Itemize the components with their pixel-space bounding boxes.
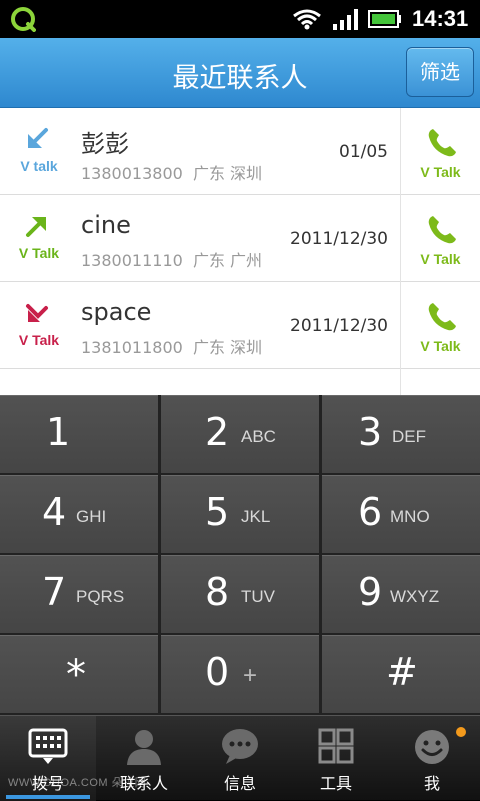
dial-key-4[interactable]: 4 GHI xyxy=(0,475,158,553)
smiley-icon xyxy=(415,730,449,764)
dial-key-3[interactable]: 3 DEF xyxy=(322,395,480,473)
outgoing-call-arrow-icon xyxy=(26,217,46,237)
dial-key-hash[interactable]: # xyxy=(322,635,480,713)
call-type-indicator: V Talk xyxy=(0,282,72,369)
dial-key-1[interactable]: 1 xyxy=(0,395,158,473)
phone-icon xyxy=(428,303,456,331)
dial-key-0[interactable]: 0 + xyxy=(161,635,319,713)
dial-pad: 1 2 ABC 3 DEF 4 GHI 5 JKL 6 MNO 7 PQRS 8… xyxy=(0,395,480,715)
call-row[interactable] xyxy=(0,369,480,395)
phone-icon xyxy=(428,216,456,244)
wifi-icon xyxy=(293,9,321,30)
vtalk-call-button[interactable] xyxy=(400,369,480,395)
dial-key-5[interactable]: 5 JKL xyxy=(161,475,319,553)
dial-key-7[interactable]: 7 PQRS xyxy=(0,555,158,633)
status-bar: 14:31 xyxy=(0,0,480,38)
call-type-indicator: V Talk xyxy=(0,195,72,282)
call-row[interactable]: V talk 彭彭 1380013800 广东 深圳 01/05 V Talk xyxy=(0,108,480,195)
incoming-call-arrow-icon xyxy=(28,128,48,148)
signal-icon xyxy=(333,9,358,30)
dial-key-2[interactable]: 2 ABC xyxy=(161,395,319,473)
grid-icon xyxy=(318,728,354,764)
call-date: 2011/12/30 xyxy=(290,316,388,336)
contact-number: 1381011800 广东 深圳 xyxy=(81,338,263,357)
contact-icon xyxy=(127,730,161,765)
dial-key-8[interactable]: 8 TUV xyxy=(161,555,319,633)
call-row[interactable]: V Talk cine 1380011110 广东 广州 2011/12/30 … xyxy=(0,195,480,282)
call-date: 2011/12/30 xyxy=(290,229,388,249)
battery-icon xyxy=(368,10,401,28)
contact-name: space xyxy=(81,298,152,326)
vtalk-label: V Talk xyxy=(420,251,461,267)
call-type-indicator: V talk xyxy=(0,108,72,195)
dial-key-star[interactable]: * xyxy=(0,635,158,713)
call-type-label: V Talk xyxy=(18,245,60,261)
watermark-text: WWW.DUOA.COM 朵拉网 xyxy=(8,777,147,789)
notification-dot xyxy=(456,727,466,737)
missed-call-arrow-icon xyxy=(26,304,48,322)
dial-key-6[interactable]: 6 MNO xyxy=(322,475,480,553)
tab-tools[interactable]: 工具 xyxy=(288,716,384,801)
vtalk-call-button[interactable]: V Talk xyxy=(400,108,480,195)
call-type-label: V Talk xyxy=(18,332,60,348)
tab-me[interactable]: 我 xyxy=(384,716,480,801)
status-clock: 14:31 xyxy=(412,6,469,31)
vtalk-label: V Talk xyxy=(420,164,461,180)
phone-icon xyxy=(428,129,456,157)
vtalk-label: V Talk xyxy=(420,338,461,354)
filter-button[interactable]: 筛选 xyxy=(406,47,474,97)
contact-number: 1380013800 广东 深圳 xyxy=(81,164,263,183)
contact-number: 1380011110 广东 广州 xyxy=(81,251,263,270)
app-logo-icon xyxy=(11,7,36,32)
dial-key-9[interactable]: 9 WXYZ xyxy=(322,555,480,633)
dialpad-icon xyxy=(28,728,68,764)
bottom-tab-bar: 拨号 联系人 信息 工具 我 WWW.DUOA.COM 朵拉网 xyxy=(0,715,480,801)
contact-name: 彭彭 xyxy=(81,130,129,158)
message-icon xyxy=(222,729,258,764)
tab-messages[interactable]: 信息 xyxy=(192,716,288,801)
recent-calls-list[interactable]: V talk 彭彭 1380013800 广东 深圳 01/05 V Talk … xyxy=(0,108,480,395)
active-tab-indicator xyxy=(6,795,90,799)
call-row[interactable]: V Talk space 1381011800 广东 深圳 2011/12/30… xyxy=(0,282,480,369)
contact-name: cine xyxy=(81,211,131,239)
call-type-label: V talk xyxy=(20,158,58,174)
vtalk-call-button[interactable]: V Talk xyxy=(400,282,480,369)
header-bar: 最近联系人 筛选 xyxy=(0,38,480,108)
call-date: 01/05 xyxy=(339,142,388,162)
vtalk-call-button[interactable]: V Talk xyxy=(400,195,480,282)
